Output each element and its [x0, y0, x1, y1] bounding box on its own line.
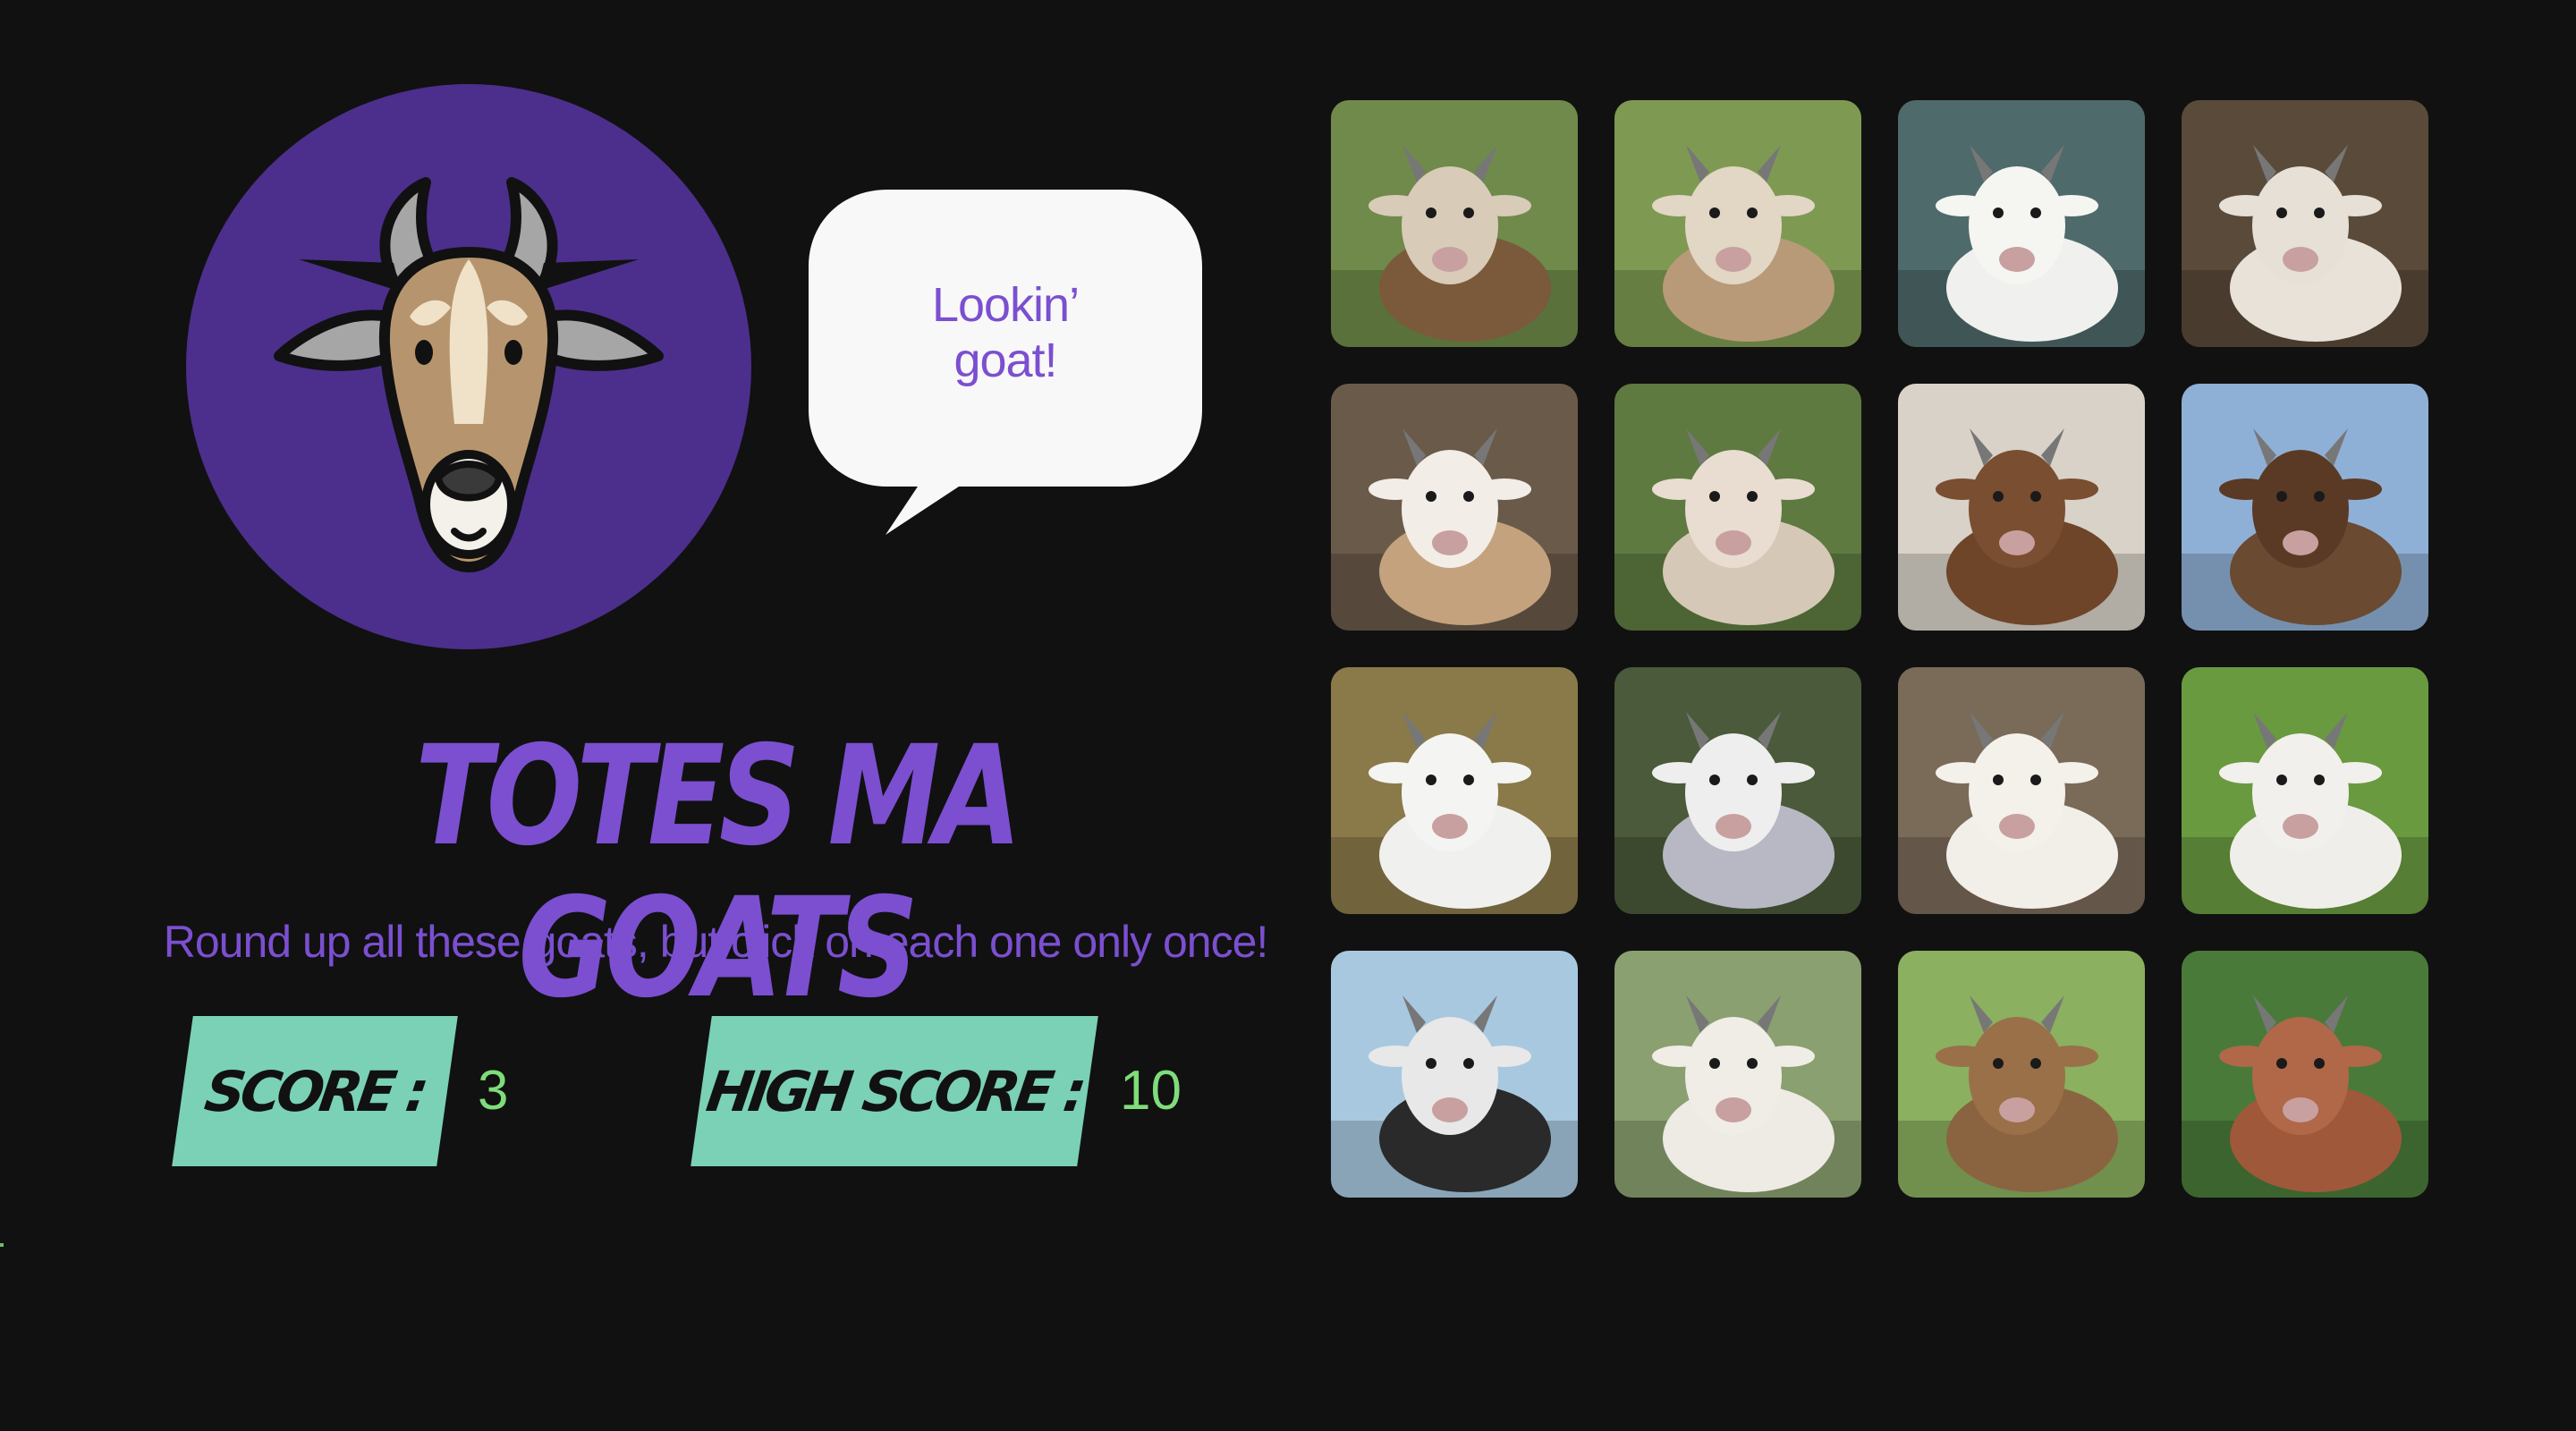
goat-card-grid	[1331, 100, 2431, 1200]
goat-card-14[interactable]	[1614, 951, 1861, 1198]
high-score-value: 10	[1120, 1060, 1182, 1122]
goat-photo	[1898, 951, 2145, 1198]
goat-card-5[interactable]	[1331, 384, 1578, 631]
goat-photo	[2182, 100, 2428, 347]
goat-photo	[1614, 667, 1861, 914]
game-instructions: Round up all these goats, but click on e…	[163, 917, 1269, 967]
game-page: Lookin’ goat! TOTES MA GOATS Round up al…	[0, 0, 2576, 1431]
stray-dot	[0, 1243, 4, 1247]
goat-photo	[2182, 384, 2428, 631]
goat-avatar	[186, 84, 751, 649]
goat-card-3[interactable]	[1898, 100, 2145, 347]
goat-card-7[interactable]	[1898, 384, 2145, 631]
score-badge: SCORE :	[172, 1016, 458, 1166]
goat-photo	[1898, 100, 2145, 347]
goat-photo	[1331, 667, 1578, 914]
goat-card-13[interactable]	[1331, 951, 1578, 1198]
goat-photo	[1614, 384, 1861, 631]
game-title: TOTES MA GOATS	[415, 716, 1021, 1029]
goat-card-16[interactable]	[2182, 951, 2428, 1198]
goat-photo	[1898, 667, 2145, 914]
goat-card-15[interactable]	[1898, 951, 2145, 1198]
high-score-badge: HIGH SCORE :	[691, 1016, 1098, 1166]
goat-photo	[1614, 100, 1861, 347]
goat-card-8[interactable]	[2182, 384, 2428, 631]
goat-card-2[interactable]	[1614, 100, 1861, 347]
goat-card-9[interactable]	[1331, 667, 1578, 914]
score-value: 3	[478, 1060, 509, 1122]
goat-photo	[2182, 667, 2428, 914]
goat-photo	[1331, 100, 1578, 347]
goat-photo	[2182, 951, 2428, 1198]
goat-photo	[1331, 951, 1578, 1198]
score-label: SCORE :	[200, 1058, 429, 1124]
bubble-message: Lookin’ goat!	[807, 277, 1204, 388]
goat-photo	[1331, 384, 1578, 631]
high-score-label: HIGH SCORE :	[702, 1058, 1087, 1124]
goat-card-1[interactable]	[1331, 100, 1578, 347]
goat-card-12[interactable]	[2182, 667, 2428, 914]
goat-photo	[1898, 384, 2145, 631]
goat-card-6[interactable]	[1614, 384, 1861, 631]
bubble-line-2: goat!	[953, 334, 1057, 387]
goat-photo	[1614, 951, 1861, 1198]
goat-card-10[interactable]	[1614, 667, 1861, 914]
speech-bubble: Lookin’ goat!	[807, 186, 1204, 535]
goat-card-4[interactable]	[2182, 100, 2428, 347]
goat-face-icon	[274, 177, 664, 572]
goat-card-11[interactable]	[1898, 667, 2145, 914]
bubble-line-1: Lookin’	[931, 278, 1080, 332]
